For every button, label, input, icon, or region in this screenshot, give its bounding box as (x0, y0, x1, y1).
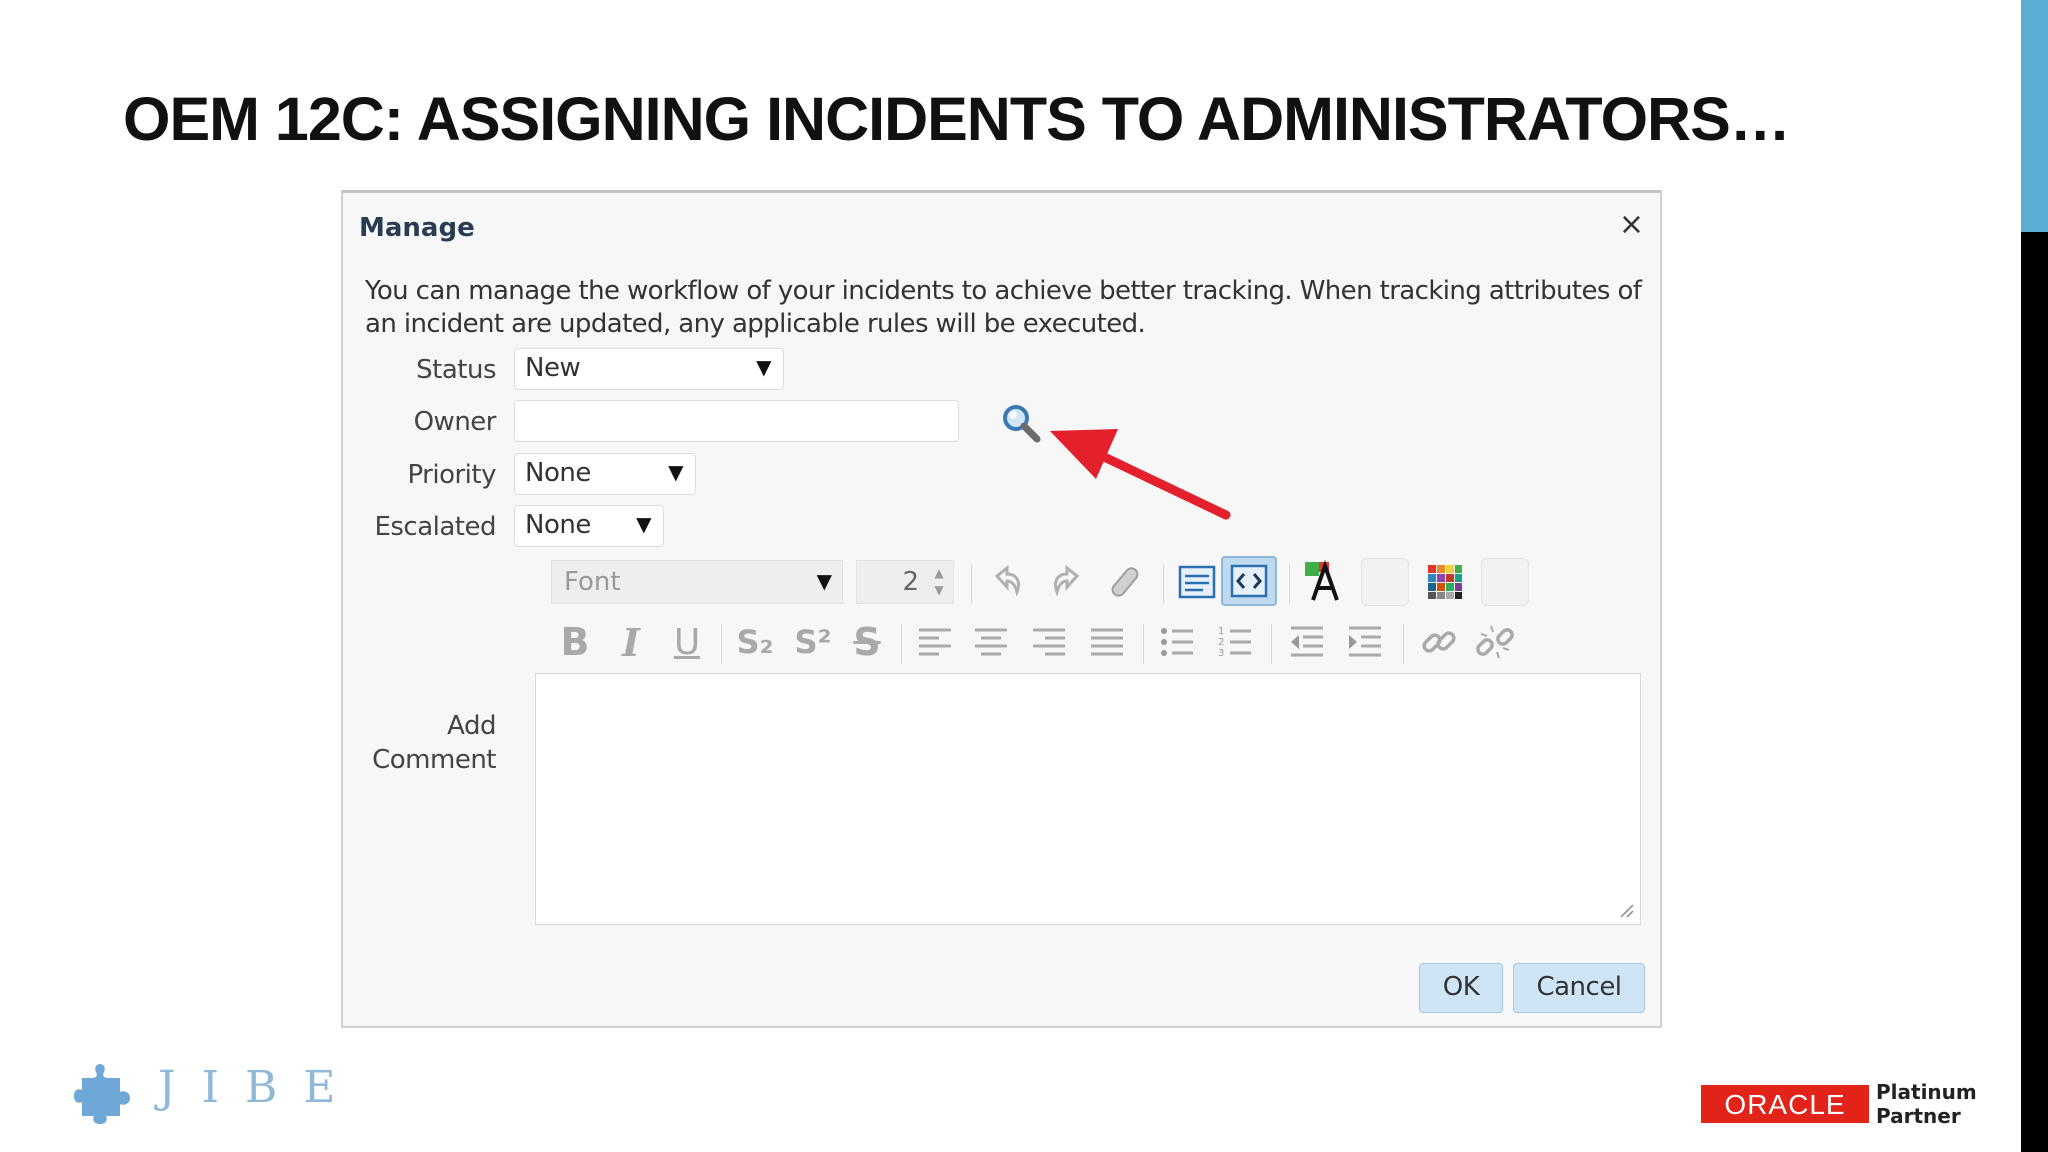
background-color-icon[interactable] (1421, 558, 1469, 606)
accent-bar-black (2021, 232, 2048, 1152)
status-label: Status (416, 355, 496, 385)
strikethrough-button[interactable]: S (843, 618, 891, 666)
eraser-icon[interactable] (1101, 558, 1149, 606)
source-code-mode-icon[interactable] (1221, 556, 1277, 606)
align-left-icon[interactable] (911, 618, 959, 666)
chevron-down-icon: ▼ (636, 512, 651, 536)
font-select[interactable]: Font ▼ (551, 560, 843, 604)
priority-select[interactable]: None ▼ (514, 453, 696, 495)
dialog-title: Manage (359, 213, 475, 243)
link-icon[interactable] (1415, 618, 1463, 666)
font-size-stepper[interactable]: 2 ▲ ▼ (856, 560, 954, 604)
annotation-arrow-icon (1050, 429, 1231, 520)
redo-icon[interactable] (1043, 558, 1091, 606)
subscript-button[interactable]: S₂ (731, 618, 779, 666)
outdent-icon[interactable] (1283, 618, 1331, 666)
cancel-button[interactable]: Cancel (1513, 963, 1645, 1013)
chevron-down-icon: ▼ (816, 569, 832, 593)
chevron-down-icon: ▼ (668, 460, 683, 484)
partner-line-1: Platinum (1876, 1080, 1977, 1104)
spinner-arrows-icon[interactable]: ▲ ▼ (929, 565, 949, 599)
escalated-select[interactable]: None ▼ (514, 505, 664, 547)
rich-text-mode-icon[interactable] (1173, 558, 1221, 606)
bulleted-list-icon[interactable] (1153, 618, 1201, 666)
indent-icon[interactable] (1341, 618, 1389, 666)
font-select-value: Font (564, 567, 621, 597)
undo-icon[interactable] (983, 558, 1031, 606)
dialog-description: You can manage the workflow of your inci… (365, 276, 1642, 339)
underline-button[interactable]: U (663, 618, 711, 666)
font-size-value: 2 (902, 567, 919, 597)
align-center-icon[interactable] (967, 618, 1015, 666)
search-icon[interactable] (999, 401, 1045, 447)
owner-label: Owner (413, 407, 497, 437)
accent-bar-blue (2021, 0, 2048, 232)
svg-text:3: 3 (1218, 648, 1224, 659)
owner-input[interactable] (514, 400, 959, 442)
escalated-label: Escalated (374, 512, 496, 542)
background-color-swatch[interactable] (1481, 558, 1529, 606)
editor-toolbar-row-1: Font ▼ 2 ▲ ▼ (551, 556, 1651, 614)
status-select[interactable]: New ▼ (514, 348, 784, 390)
align-justify-icon[interactable] (1083, 618, 1131, 666)
svg-text:2: 2 (1218, 637, 1224, 648)
editor-toolbar-row-2: B I U S₂ S² S 123 (551, 618, 1651, 674)
unlink-icon[interactable] (1471, 618, 1519, 666)
comment-label-line-1: Add (447, 711, 496, 741)
status-select-value: New (525, 353, 581, 383)
priority-label: Priority (407, 460, 496, 490)
partner-badge-text: Platinum Partner (1876, 1080, 1977, 1128)
priority-select-value: None (525, 458, 591, 488)
resize-grip-icon[interactable] (1618, 902, 1634, 918)
italic-button[interactable]: I (607, 618, 655, 666)
jibe-brand-text: JIBE (158, 1062, 362, 1113)
font-color-swatch[interactable] (1361, 558, 1409, 606)
chevron-down-icon: ▼ (756, 355, 771, 379)
manage-dialog: Manage × You can manage the workflow of … (341, 190, 1662, 1028)
svg-text:1: 1 (1218, 626, 1224, 637)
comment-textarea[interactable] (535, 673, 1641, 925)
font-color-icon[interactable] (1301, 558, 1349, 606)
jibe-puzzle-logo-icon (74, 1064, 130, 1124)
oracle-brand-text: ORACLE (1724, 1089, 1846, 1120)
superscript-button[interactable]: S² (789, 618, 837, 666)
bold-button[interactable]: B (551, 618, 599, 666)
partner-line-2: Partner (1876, 1104, 1961, 1128)
slide-title: OEM 12C: ASSIGNING INCIDENTS TO ADMINIST… (123, 85, 1791, 153)
ok-button[interactable]: OK (1419, 963, 1503, 1013)
align-right-icon[interactable] (1025, 618, 1073, 666)
oracle-logo: ORACLE (1701, 1085, 1869, 1123)
escalated-select-value: None (525, 510, 591, 540)
comment-label-line-2: Comment (372, 745, 496, 775)
numbered-list-icon[interactable]: 123 (1211, 618, 1259, 666)
close-icon[interactable]: × (1619, 207, 1644, 242)
